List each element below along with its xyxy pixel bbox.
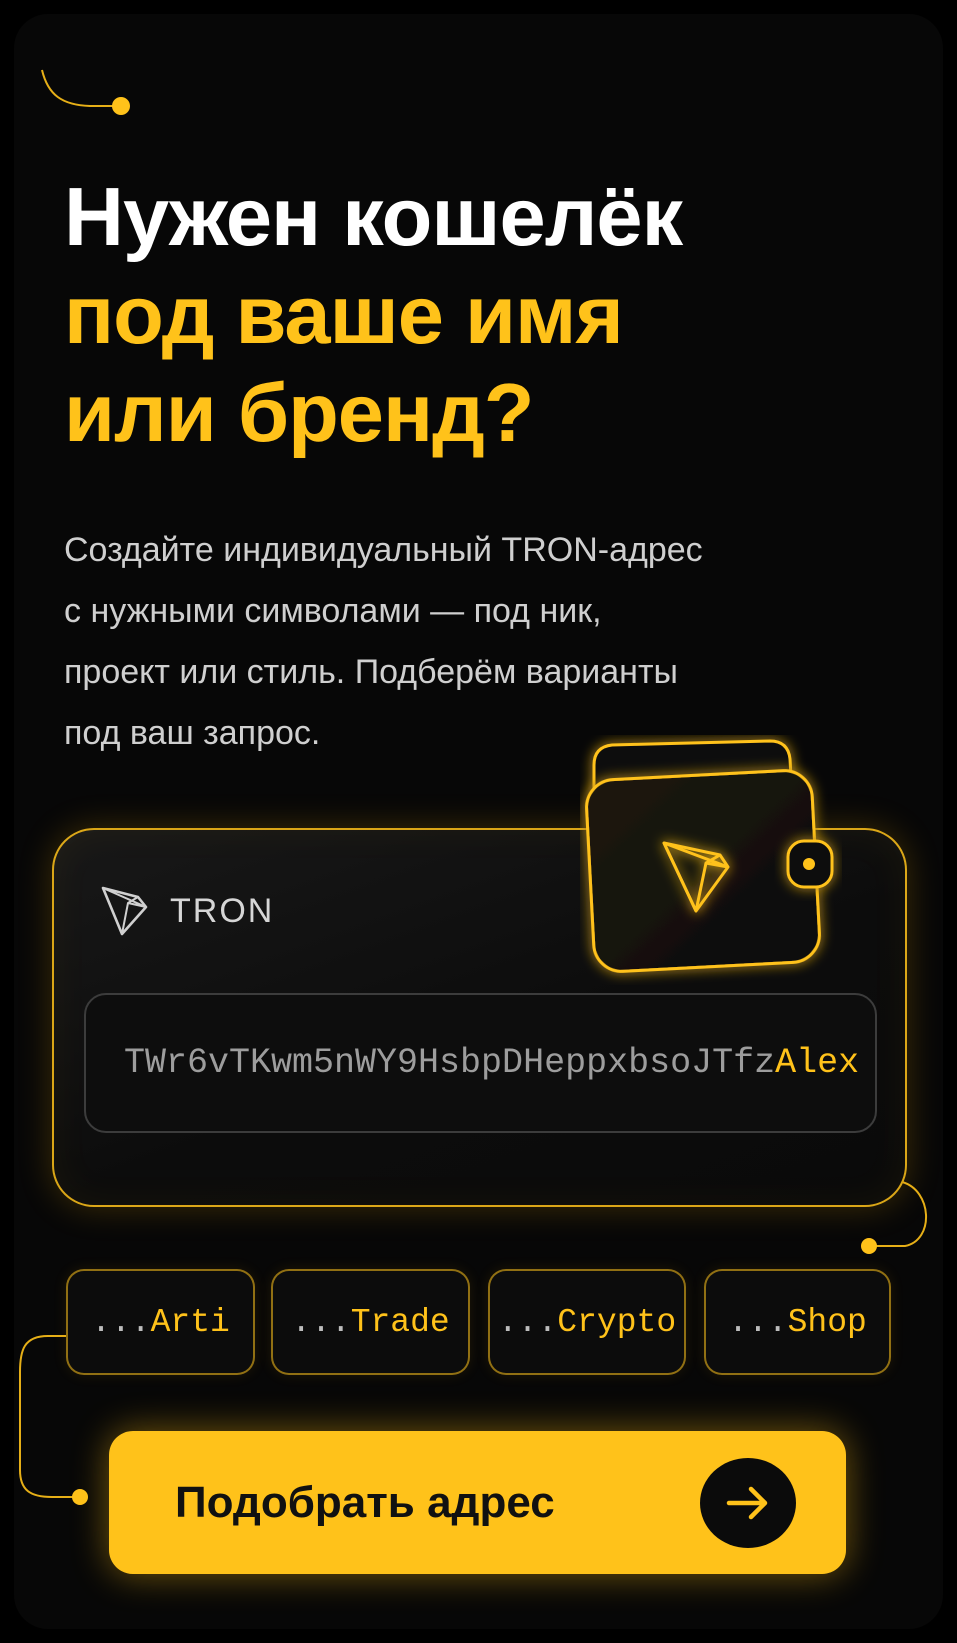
headline-line-3: или бренд?: [64, 366, 534, 459]
chip-trade[interactable]: ... Trade: [271, 1269, 470, 1375]
network-name: TRON: [170, 891, 275, 930]
find-address-button-label: Подобрать адрес: [175, 1477, 555, 1527]
suffix-chips: ... Arti ... Trade ... Crypto ... Shop: [0, 1269, 957, 1377]
chip-shop[interactable]: ... Shop: [704, 1269, 891, 1375]
find-address-button[interactable]: Подобрать адрес: [109, 1431, 846, 1574]
chip-dots: ...: [291, 1303, 351, 1341]
headline-line-1: Нужен кошелёк: [64, 170, 683, 263]
chip-dots: ...: [91, 1303, 151, 1341]
arrow-right-icon: [700, 1458, 796, 1548]
chip-dots: ...: [728, 1303, 788, 1341]
subtitle-line: с нужными символами — под ник,: [64, 592, 602, 630]
chip-name: Arti: [150, 1303, 230, 1341]
tron-logo-icon: [101, 886, 148, 936]
headline: Нужен кошелёк под ваше имя или бренд?: [64, 168, 683, 462]
chip-name: Shop: [787, 1303, 867, 1341]
chip-name: Trade: [350, 1303, 450, 1341]
address-suffix: Alex: [775, 1043, 860, 1083]
headline-line-2: под ваше имя: [64, 268, 624, 361]
network-label: TRON: [100, 885, 274, 937]
chip-name: Crypto: [557, 1303, 677, 1341]
tron-wallet-icon: [585, 739, 834, 973]
subtitle-line: проект или стиль. Подберём варианты: [64, 653, 678, 691]
chip-arti[interactable]: ... Arti: [66, 1269, 255, 1375]
chip-crypto[interactable]: ... Crypto: [488, 1269, 686, 1375]
subtitle: Создайте индивидуальный TRON-адрес с нуж…: [64, 520, 784, 764]
address-prefix: TWr6vTKwm5nWY9HsbpDHeppxbsoJTfz: [124, 1043, 776, 1083]
address-display[interactable]: TWr6vTKwm5nWY9HsbpDHeppxbsoJTfz Alex: [84, 993, 877, 1133]
subtitle-line: Создайте индивидуальный TRON-адрес: [64, 531, 703, 569]
chip-dots: ...: [497, 1303, 558, 1341]
